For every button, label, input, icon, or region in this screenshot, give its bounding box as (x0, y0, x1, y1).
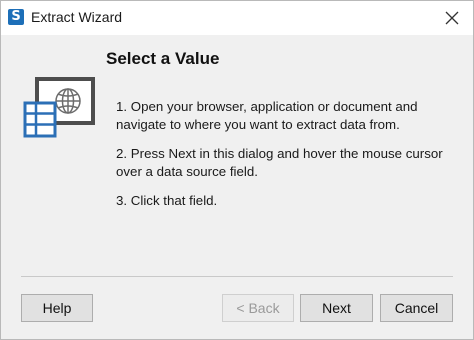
wizard-content: Select a Value 1. Open your browser, app… (1, 35, 473, 339)
next-button[interactable]: Next (300, 294, 373, 322)
step-2-text: 2. Press Next in this dialog and hover t… (116, 146, 443, 179)
close-icon (445, 11, 459, 25)
close-button[interactable] (439, 5, 465, 31)
divider (21, 276, 453, 277)
step-3-text: 3. Click that field. (116, 193, 218, 208)
window-title: Extract Wizard (31, 9, 123, 25)
instructions: 1. Open your browser, application or doc… (116, 98, 456, 221)
title-bar: S Extract Wizard (1, 1, 473, 35)
help-button[interactable]: Help (21, 294, 93, 322)
page-title: Select a Value (106, 49, 220, 68)
back-button[interactable]: < Back (222, 294, 294, 322)
web-page-with-data-table-icon (21, 77, 101, 144)
cancel-button[interactable]: Cancel (380, 294, 453, 322)
data-table-icon (23, 101, 57, 138)
globe-icon (55, 88, 81, 114)
app-logo-icon: S (8, 9, 24, 25)
extract-wizard-window: S Extract Wizard Select a Value 1. Open … (0, 0, 474, 340)
step-1-text: 1. Open your browser, application or doc… (116, 99, 418, 132)
